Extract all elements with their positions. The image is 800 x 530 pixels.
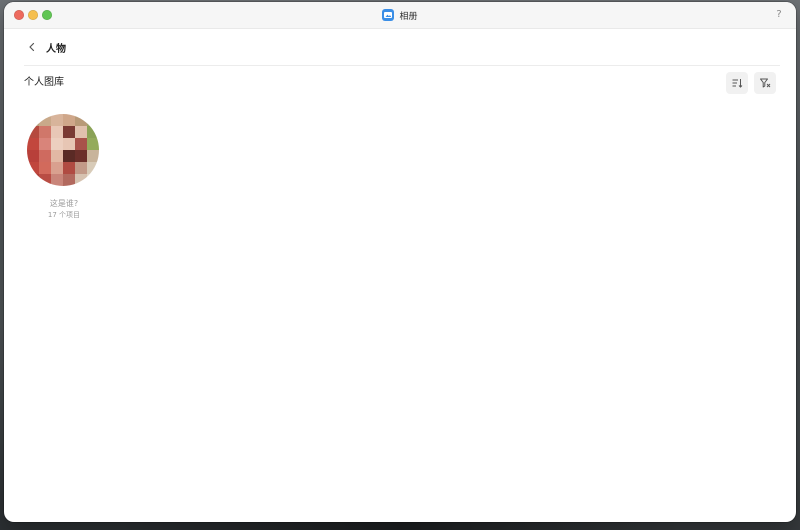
close-window-button[interactable] xyxy=(14,10,24,20)
title-bar: 相册 ? xyxy=(4,2,796,29)
maximize-window-button[interactable] xyxy=(42,10,52,20)
back-button[interactable] xyxy=(24,39,40,55)
filter-icon xyxy=(760,78,771,88)
person-item-count: 17 个项目 xyxy=(47,211,81,219)
window-title: 相册 xyxy=(382,9,418,22)
person-name: 这是谁? xyxy=(49,199,79,208)
header-divider xyxy=(24,65,780,66)
filter-button[interactable] xyxy=(754,72,776,94)
photos-window: 相册 ? 人物 个人图库 这是谁? 17 个项目 xyxy=(4,2,796,522)
chevron-left-icon xyxy=(29,42,35,52)
navigation-bar: 人物 xyxy=(24,36,66,58)
person-avatar[interactable] xyxy=(27,114,99,186)
app-title: 相册 xyxy=(399,11,418,22)
sort-button[interactable] xyxy=(726,72,748,94)
photos-app-icon xyxy=(382,9,395,21)
sort-icon xyxy=(732,79,743,88)
person-card[interactable]: 这是谁? 17 个项目 xyxy=(24,114,104,219)
section-title: 个人图库 xyxy=(24,77,64,88)
help-button[interactable]: ? xyxy=(772,8,786,22)
page-title: 人物 xyxy=(46,43,66,55)
minimize-window-button[interactable] xyxy=(28,10,38,20)
